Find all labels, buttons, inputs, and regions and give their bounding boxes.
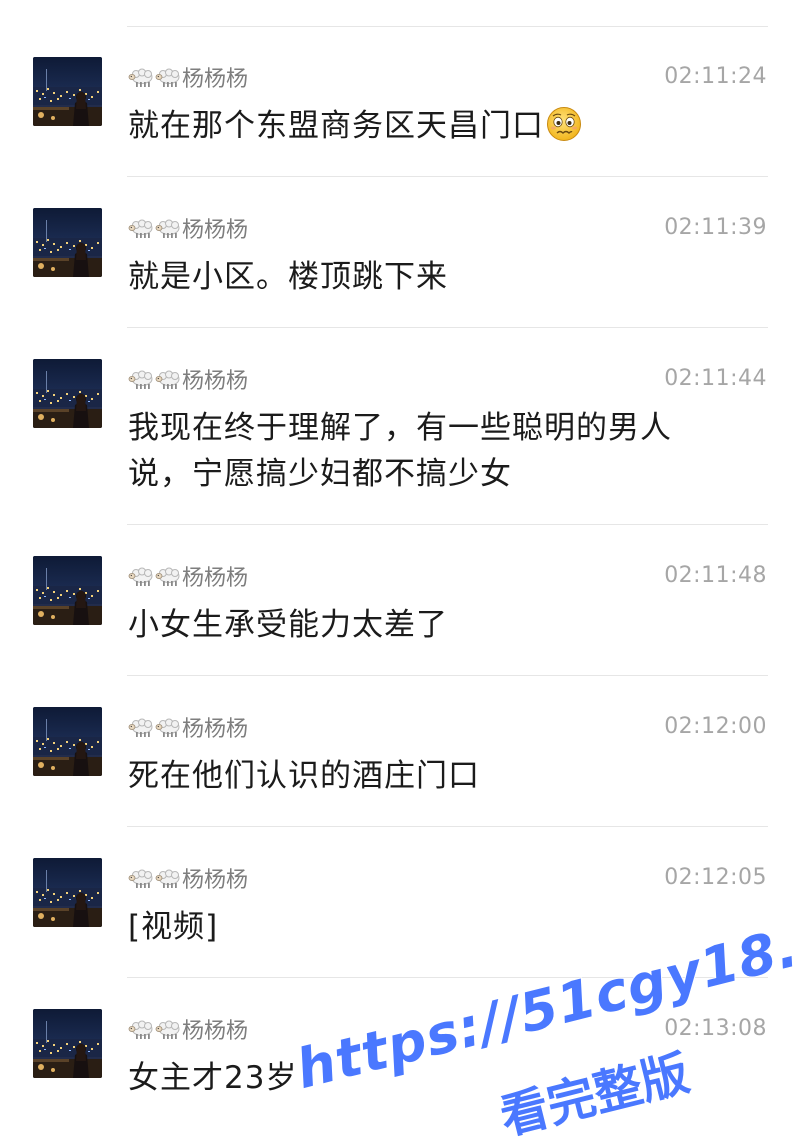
message-text: 女主才23岁 xyxy=(128,1055,728,1101)
sheep-icon xyxy=(155,1018,181,1040)
message-timestamp: 02:12:05 xyxy=(664,865,767,890)
message-timestamp: 02:13:08 xyxy=(664,1016,767,1041)
sheep-icon xyxy=(128,368,154,390)
sender-name: 杨杨杨 xyxy=(128,364,248,394)
message-text: 就是小区。楼顶跳下来 xyxy=(128,254,728,300)
message-text-content: 我现在终于理解了，有一些聪明的男人说，宁愿搞少妇都不搞少女 xyxy=(128,410,672,492)
sheep-icon xyxy=(155,217,181,239)
sender-name-text: 杨杨杨 xyxy=(182,868,249,893)
sheep-icon xyxy=(155,867,181,889)
message-timestamp: 02:11:24 xyxy=(664,64,767,89)
worried-face-icon xyxy=(546,106,582,142)
avatar[interactable] xyxy=(33,556,102,625)
message-row[interactable]: 杨杨杨 02:11:39 就是小区。楼顶跳下来 xyxy=(0,177,800,328)
avatar[interactable] xyxy=(33,858,102,927)
sender-name-text: 杨杨杨 xyxy=(182,67,249,92)
sender-name-text: 杨杨杨 xyxy=(182,566,249,591)
sheep-icon xyxy=(128,1018,154,1040)
avatar[interactable] xyxy=(33,57,102,126)
message-timestamp: 02:11:39 xyxy=(664,215,767,240)
message-text: 死在他们认识的酒庄门口 xyxy=(128,753,728,799)
message-row[interactable]: 杨杨杨 02:12:00 死在他们认识的酒庄门口 xyxy=(0,676,800,827)
sender-name-text: 杨杨杨 xyxy=(182,369,249,394)
sender-name: 杨杨杨 xyxy=(128,213,248,243)
message-text-content: [视频] xyxy=(128,909,219,945)
message-text: 就在那个东盟商务区天昌门口 xyxy=(128,103,728,149)
message-text-content: 小女生承受能力太差了 xyxy=(128,607,448,643)
sheep-icon xyxy=(155,66,181,88)
sender-name: 杨杨杨 xyxy=(128,561,248,591)
sender-name: 杨杨杨 xyxy=(128,712,248,742)
message-row[interactable]: 杨杨杨 02:11:44 我现在终于理解了，有一些聪明的男人说，宁愿搞少妇都不搞少女 xyxy=(0,328,800,525)
sender-name-text: 杨杨杨 xyxy=(182,717,249,742)
message-text-content: 死在他们认识的酒庄门口 xyxy=(128,758,480,794)
message-text-content: 就是小区。楼顶跳下来 xyxy=(128,259,448,295)
message-text: 我现在终于理解了，有一些聪明的男人说，宁愿搞少妇都不搞少女 xyxy=(128,405,728,497)
sender-name: 杨杨杨 xyxy=(128,62,248,92)
message-row[interactable]: 杨杨杨 02:13:08 女主才23岁 xyxy=(0,978,800,1142)
message-timestamp: 02:12:00 xyxy=(664,714,767,739)
message-row[interactable]: 杨杨杨 02:11:24 就在那个东盟商务区天昌门口 xyxy=(0,26,800,177)
message-row[interactable]: 杨杨杨 02:12:05 [视频] xyxy=(0,827,800,978)
sheep-icon xyxy=(128,867,154,889)
message-text: [视频] xyxy=(128,904,728,950)
sender-name: 杨杨杨 xyxy=(128,1014,248,1044)
avatar[interactable] xyxy=(33,208,102,277)
sheep-icon xyxy=(128,716,154,738)
message-timestamp: 02:11:44 xyxy=(664,366,767,391)
message-text: 小女生承受能力太差了 xyxy=(128,602,728,648)
sheep-icon xyxy=(155,716,181,738)
message-timestamp: 02:11:48 xyxy=(664,563,767,588)
avatar[interactable] xyxy=(33,359,102,428)
avatar[interactable] xyxy=(33,707,102,776)
sheep-icon xyxy=(128,565,154,587)
sender-name-text: 杨杨杨 xyxy=(182,1019,249,1044)
sheep-icon xyxy=(128,217,154,239)
sender-name: 杨杨杨 xyxy=(128,863,248,893)
message-text-content: 女主才23岁 xyxy=(128,1060,298,1096)
sender-name-text: 杨杨杨 xyxy=(182,218,249,243)
avatar[interactable] xyxy=(33,1009,102,1078)
message-text-content: 就在那个东盟商务区天昌门口 xyxy=(128,108,544,144)
sheep-icon xyxy=(128,66,154,88)
sheep-icon xyxy=(155,565,181,587)
message-row[interactable]: 杨杨杨 02:11:48 小女生承受能力太差了 xyxy=(0,525,800,676)
sheep-icon xyxy=(155,368,181,390)
chat-history-page: 杨杨杨 02:11:24 就在那个东盟商务区天昌门口 杨杨杨 02:11:39 … xyxy=(0,0,800,1142)
